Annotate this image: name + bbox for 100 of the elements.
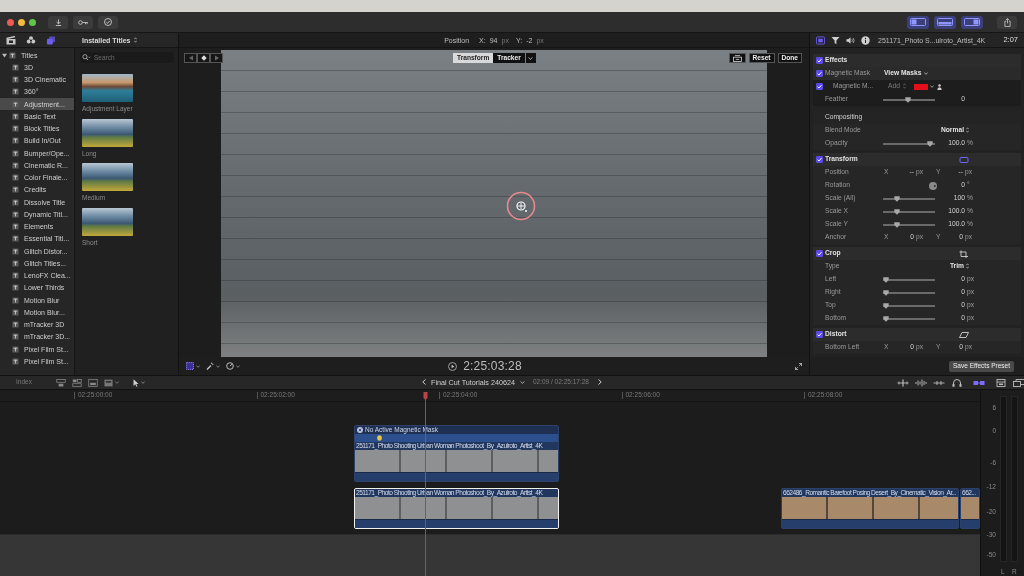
slider-thumb[interactable] [883, 289, 889, 296]
timeline-toggle[interactable] [934, 15, 956, 29]
checkbox[interactable] [816, 70, 823, 77]
letter-t-tile-icon [12, 161, 19, 169]
overlapping-squares-icon [46, 35, 56, 45]
letter-t-tile-icon [12, 308, 19, 316]
slider-track[interactable] [883, 140, 935, 147]
slider-thumb[interactable] [926, 140, 933, 147]
download-button[interactable] [48, 15, 68, 29]
letter-t-tile-icon [12, 63, 19, 71]
slider-thumb[interactable] [905, 96, 912, 103]
dotted-square-icon [186, 362, 194, 370]
window-icon [995, 378, 1007, 387]
slider-thumb[interactable] [893, 195, 900, 202]
mask-color-swatch[interactable] [913, 83, 928, 90]
chevron-left-icon [422, 379, 427, 386]
info-inspector-tab[interactable] [861, 35, 870, 45]
slider-thumb[interactable] [893, 208, 900, 215]
edit-tool-button[interactable] [71, 378, 82, 387]
letter-t-tile-icon [12, 112, 19, 120]
letter-t-tile-icon [12, 235, 19, 243]
magic-wand-icon [206, 362, 214, 370]
edit-tool-button[interactable] [87, 378, 98, 387]
photos-tab[interactable] [26, 35, 36, 45]
letter-t-tile-icon [12, 210, 19, 218]
play-icon [448, 361, 458, 371]
layout-right-icon [964, 18, 980, 26]
letter-t-tile-icon [12, 174, 19, 182]
right-triangle-icon [213, 55, 220, 61]
slider-track[interactable] [883, 302, 935, 309]
check-circle-icon [104, 18, 112, 26]
audio-toggle[interactable] [915, 378, 927, 387]
disclosure-down-icon[interactable] [2, 52, 7, 58]
slider-track[interactable] [883, 289, 935, 296]
back-button[interactable] [422, 379, 427, 386]
chevron-down-icon [929, 85, 934, 88]
landscape-picture[interactable] [82, 207, 133, 236]
overlapping-windows-icon [1013, 378, 1024, 387]
parallelogram-icon[interactable] [959, 330, 969, 339]
checkmark-button[interactable] [98, 15, 118, 29]
landscape-picture[interactable] [82, 163, 133, 191]
play-button[interactable] [448, 361, 458, 371]
share-button[interactable] [997, 15, 1017, 29]
checkbox[interactable] [816, 83, 823, 90]
zoom-icon[interactable] [29, 18, 36, 26]
snapping-toggle[interactable] [973, 378, 985, 387]
share-icon [1003, 17, 1011, 27]
inspector-toggle[interactable] [961, 15, 983, 29]
solo-toggle[interactable] [933, 378, 945, 387]
enhance-tool-button[interactable] [206, 362, 220, 370]
slider-track[interactable] [883, 315, 935, 322]
checkbox[interactable] [816, 331, 823, 338]
checkbox[interactable] [816, 250, 823, 257]
skimming-toggle[interactable] [897, 378, 909, 387]
checkbox[interactable] [816, 156, 823, 163]
crosshair-ring-icon[interactable] [506, 191, 536, 221]
transform-tool-button[interactable] [186, 362, 200, 370]
split-bars-icon [71, 378, 82, 387]
speaker-icon [846, 35, 855, 45]
video-inspector-tab[interactable] [816, 35, 825, 45]
select-tool-button[interactable] [132, 378, 145, 387]
add-keyframe-button[interactable] [197, 53, 210, 63]
mode-menu-button[interactable] [525, 53, 536, 63]
windows-toggle[interactable] [1013, 378, 1024, 387]
stacked-frames-icon [732, 54, 742, 62]
slider-thumb[interactable] [883, 276, 889, 283]
slider-thumb[interactable] [893, 221, 900, 228]
letter-t-tile-icon [12, 88, 19, 96]
audio-inspector-tab[interactable] [846, 35, 855, 45]
browser-toggle[interactable] [907, 15, 929, 29]
titles-tab[interactable] [46, 35, 56, 45]
chevron-right-icon [597, 379, 602, 386]
slider-thumb[interactable] [883, 302, 889, 309]
panel-toggle[interactable] [995, 378, 1007, 387]
overlay-options-button[interactable] [728, 53, 746, 63]
slider-thumb[interactable] [883, 315, 889, 322]
layout-bottom-icon [937, 18, 953, 26]
minimize-icon[interactable] [18, 18, 25, 26]
edit-menu-button[interactable] [103, 378, 119, 387]
media-tab[interactable] [6, 35, 16, 45]
speed-tool-button[interactable] [226, 362, 240, 370]
close-icon[interactable] [7, 18, 14, 26]
speedometer-icon [226, 362, 234, 370]
forward-button[interactable] [597, 379, 602, 386]
letter-t-tile-icon [12, 223, 19, 231]
headphones-toggle[interactable] [951, 378, 963, 387]
waveform-icon [915, 378, 927, 387]
fullscreen-button[interactable] [795, 362, 802, 370]
letter-t-tile-icon [12, 321, 19, 329]
rotation-dial-icon[interactable] [929, 181, 937, 190]
edit-tool-button[interactable] [55, 378, 66, 387]
left-triangle-icon [187, 55, 194, 61]
letter-t-tile-icon [12, 198, 19, 206]
checkbox[interactable] [816, 57, 823, 64]
landscape-picture[interactable] [82, 118, 133, 147]
rectangle-icon[interactable] [959, 155, 969, 164]
slider-track[interactable] [883, 276, 935, 283]
crop-icon[interactable] [959, 249, 969, 258]
color-inspector-tab[interactable] [831, 35, 840, 45]
key-button[interactable] [73, 15, 93, 29]
